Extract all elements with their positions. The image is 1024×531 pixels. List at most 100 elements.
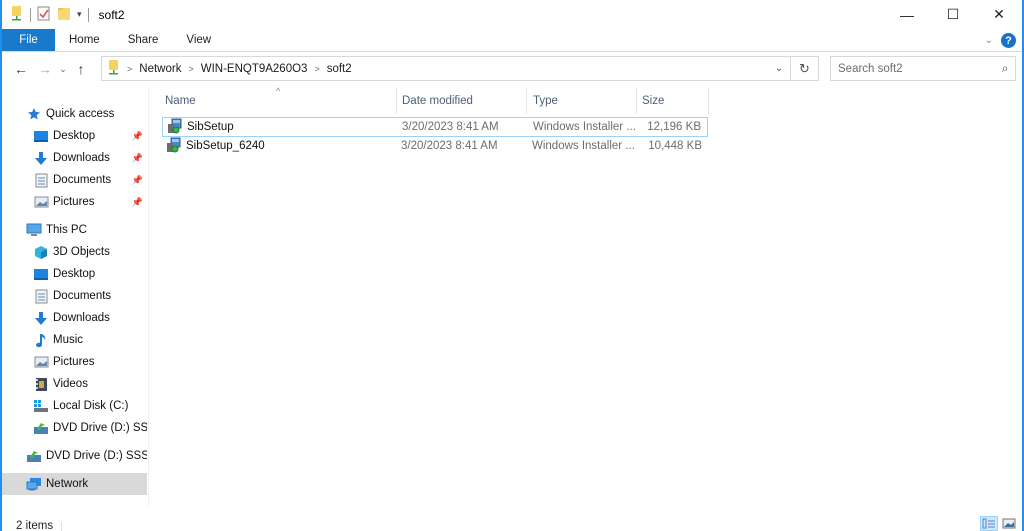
expand-ribbon-icon[interactable]: ⌄ — [985, 35, 993, 46]
documents-icon — [33, 288, 49, 304]
sidebar-item-music[interactable]: Music — [2, 329, 147, 351]
sidebar-item-label: DVD Drive (D:) SSS_X64FREE_EN-US_DV9 — [53, 422, 147, 434]
sidebar-item-dvd-drive-this-pc[interactable]: DVD Drive (D:) SSS_X64FREE_EN-US_DV9 — [2, 417, 147, 439]
breadcrumb-server[interactable]: WIN-ENQT9A260O3 — [201, 63, 308, 75]
close-button[interactable]: ✕ — [976, 0, 1022, 29]
large-icons-view-button[interactable] — [1000, 516, 1018, 531]
file-row[interactable]: SibSetup_6240 3/20/2023 8:41 AM Windows … — [162, 136, 708, 156]
sidebar-item-qa-documents[interactable]: Documents 📌 — [2, 169, 147, 191]
help-button[interactable]: ? — [1001, 33, 1016, 48]
column-divider[interactable] — [396, 88, 397, 114]
address-bar[interactable]: > Network > WIN-ENQT9A260O3 > soft2 ⌄ ↻ — [101, 56, 819, 81]
pin-icon[interactable]: 📌 — [132, 175, 143, 186]
address-history-dropdown[interactable]: ⌄ — [768, 57, 790, 80]
file-name[interactable]: SibSetup_6240 — [186, 140, 265, 152]
sidebar-item-3d-objects[interactable]: 3D Objects — [2, 241, 147, 263]
tab-file[interactable]: File — [2, 29, 55, 51]
pin-icon[interactable]: 📌 — [132, 131, 143, 142]
sidebar-item-label: This PC — [46, 224, 87, 236]
forward-button[interactable]: → — [34, 58, 56, 80]
sidebar-item-downloads[interactable]: Downloads — [2, 307, 147, 329]
local-disk-icon — [33, 398, 49, 414]
star-icon — [26, 106, 42, 122]
breadcrumb-separator-icon[interactable]: > — [314, 64, 319, 74]
column-divider[interactable] — [526, 88, 527, 114]
column-header-name[interactable]: Name — [165, 88, 196, 114]
videos-icon — [33, 376, 49, 392]
sidebar-item-qa-pictures[interactable]: Pictures 📌 — [2, 191, 147, 213]
file-size: 12,196 KB — [647, 121, 701, 133]
sidebar-item-label: Pictures — [53, 196, 95, 208]
pin-icon[interactable]: 📌 — [132, 197, 143, 208]
sidebar-item-pictures[interactable]: Pictures — [2, 351, 147, 373]
sidebar-item-label: Pictures — [53, 356, 95, 368]
details-view-button[interactable] — [980, 516, 998, 531]
search-icon[interactable]: ⌕ — [995, 61, 1015, 76]
breadcrumb-separator-icon[interactable]: > — [127, 64, 132, 74]
maximize-button[interactable]: ☐ — [930, 0, 976, 29]
breadcrumb-separator-icon[interactable]: > — [188, 64, 193, 74]
view-switcher — [980, 516, 1018, 531]
breadcrumb: > Network > WIN-ENQT9A260O3 > soft2 — [102, 59, 768, 78]
item-count: 2 items — [16, 520, 54, 531]
status-bar: 2 items — [2, 508, 1022, 531]
tab-view[interactable]: View — [172, 29, 225, 51]
sidebar-item-label: Local Disk (C:) — [53, 400, 129, 412]
recent-locations-button[interactable]: ⌄ — [56, 58, 70, 80]
back-button[interactable]: ← — [10, 58, 32, 80]
pin-icon[interactable]: 📌 — [132, 153, 143, 164]
customize-toolbar-dropdown-icon[interactable]: ▾ — [77, 9, 82, 20]
breadcrumb-network[interactable]: Network — [139, 63, 181, 75]
downloads-icon — [33, 310, 49, 326]
search-box[interactable]: ⌕ — [830, 56, 1016, 81]
dvd-drive-icon — [33, 420, 49, 436]
tab-share[interactable]: Share — [114, 29, 173, 51]
network-location-icon — [108, 59, 120, 78]
sort-ascending-icon: ^ — [276, 86, 281, 96]
sidebar-item-qa-desktop[interactable]: Desktop 📌 — [2, 125, 147, 147]
file-name[interactable]: SibSetup — [187, 121, 234, 133]
sidebar-item-network[interactable]: Network — [2, 473, 147, 495]
breadcrumb-soft2[interactable]: soft2 — [327, 63, 352, 75]
new-folder-icon[interactable] — [57, 6, 71, 24]
file-size: 10,448 KB — [648, 140, 702, 152]
file-date-modified: 3/20/2023 8:41 AM — [401, 140, 498, 152]
sidebar-item-videos[interactable]: Videos — [2, 373, 147, 395]
column-header-type[interactable]: Type — [533, 88, 558, 114]
sidebar-item-this-pc[interactable]: This PC — [2, 219, 147, 241]
ribbon-tabs: File Home Share View ⌄ ? — [2, 29, 1022, 52]
tab-home[interactable]: Home — [55, 29, 114, 51]
sidebar-item-local-disk[interactable]: Local Disk (C:) — [2, 395, 147, 417]
sidebar-item-qa-downloads[interactable]: Downloads 📌 — [2, 147, 147, 169]
column-divider[interactable] — [708, 88, 709, 114]
sidebar-item-label: Documents — [53, 290, 112, 302]
column-header-date-modified[interactable]: Date modified — [402, 88, 473, 114]
file-type: Windows Installer ... — [533, 121, 636, 133]
minimize-button[interactable]: — — [884, 0, 930, 29]
toolbar-divider — [30, 7, 31, 22]
sidebar-item-label: 3D Objects — [53, 246, 110, 258]
sidebar-item-dvd-drive[interactable]: DVD Drive (D:) SSS_X64FREE_EN-US_DV9 — [2, 445, 147, 467]
sidebar-item-label: Documents — [53, 174, 112, 186]
quick-access-toolbar: ▾ soft2 — [2, 0, 125, 29]
sidebar-item-desktop[interactable]: Desktop — [2, 263, 147, 285]
sidebar-item-label: Videos — [53, 378, 88, 390]
sidebar-item-documents[interactable]: Documents — [2, 285, 147, 307]
refresh-button[interactable]: ↻ — [790, 57, 818, 80]
search-input[interactable] — [838, 62, 995, 75]
desktop-icon — [33, 266, 49, 282]
file-date-modified: 3/20/2023 8:41 AM — [402, 121, 499, 133]
desktop-icon — [33, 128, 49, 144]
column-header-size[interactable]: Size — [642, 88, 664, 114]
properties-icon[interactable] — [37, 6, 51, 24]
sidebar-item-quick-access[interactable]: Quick access — [2, 103, 147, 125]
column-divider[interactable] — [636, 88, 637, 114]
sidebar-item-label: Desktop — [53, 130, 96, 142]
navigation-bar: ← → ⌄ ↑ > Network > WIN-ENQT9A260O3 > so… — [2, 52, 1022, 86]
sidebar-item-label: Network — [46, 478, 89, 490]
file-row[interactable]: SibSetup 3/20/2023 8:41 AM Windows Insta… — [162, 117, 708, 137]
sidebar-item-label: DVD Drive (D:) SSS_X64FREE_EN-US_DV9 — [46, 450, 147, 462]
large-icons-view-icon — [1002, 518, 1016, 529]
network-icon — [26, 476, 42, 492]
up-button[interactable]: ↑ — [70, 58, 92, 80]
